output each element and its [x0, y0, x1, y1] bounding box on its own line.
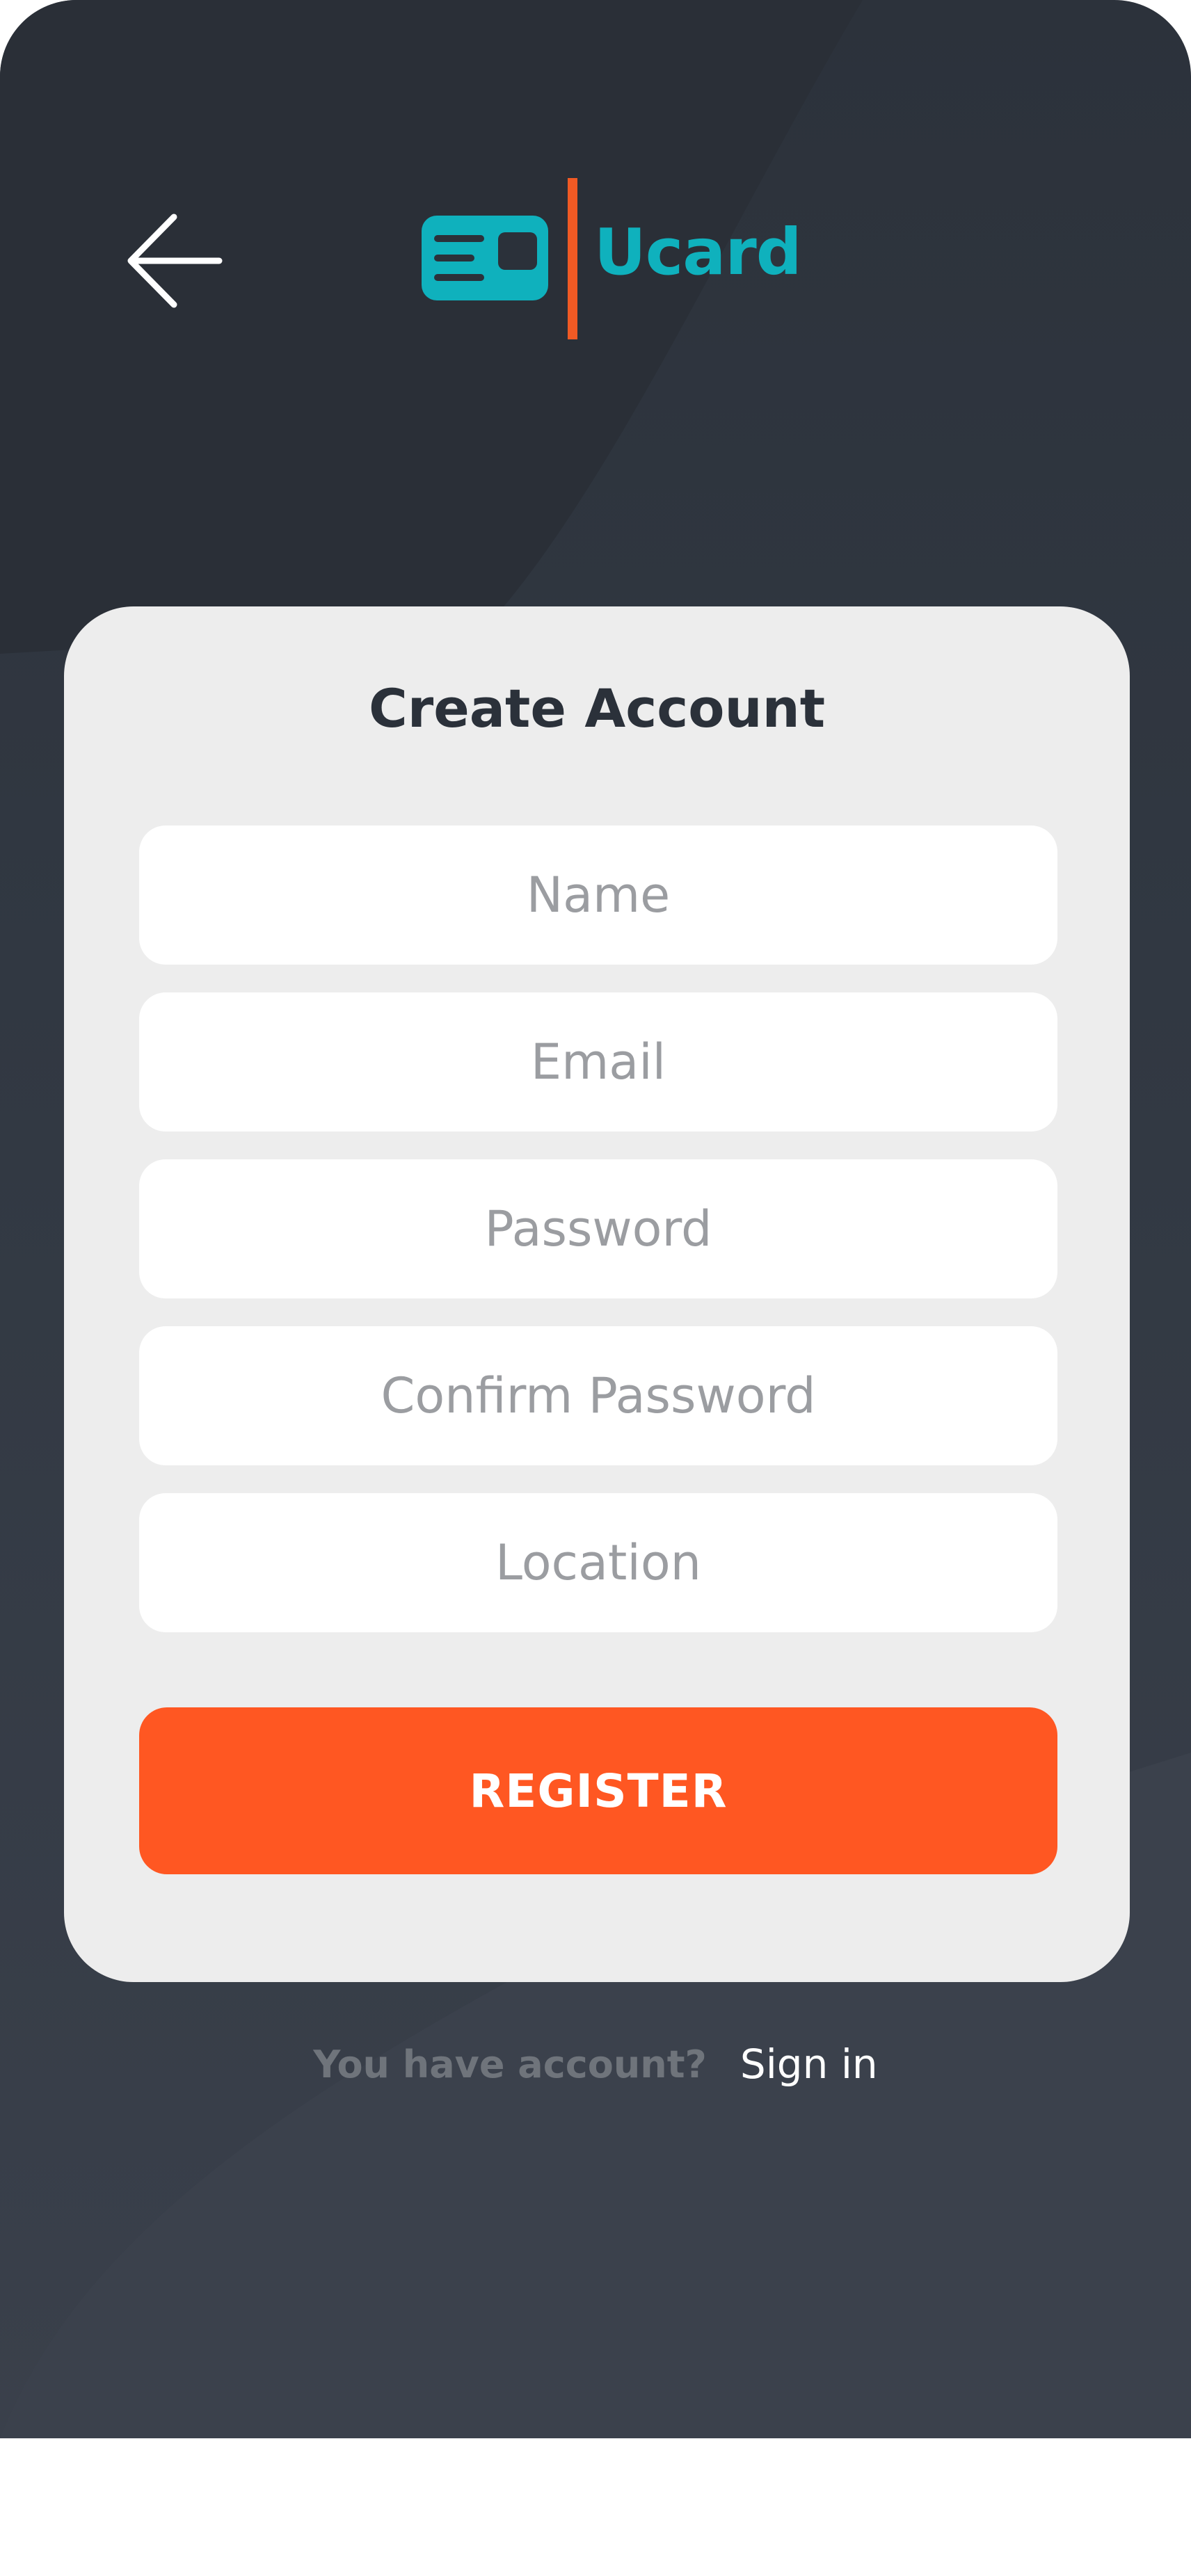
signin-link[interactable]: Sign in: [740, 2040, 878, 2088]
register-button[interactable]: REGISTER: [139, 1707, 1057, 1874]
name-input[interactable]: [139, 826, 1057, 965]
app-logo: Ucard: [422, 175, 802, 342]
brand-name: Ucard: [594, 215, 802, 289]
back-button[interactable]: [125, 209, 223, 313]
logo-divider: [568, 178, 577, 339]
confirm-password-field: [139, 1326, 1057, 1465]
page-title: Create Account: [368, 677, 826, 739]
signin-row: You have account? Sign in: [0, 2029, 1191, 2099]
location-field: [139, 1493, 1057, 1632]
id-card-icon: [422, 216, 548, 300]
signin-prompt: You have account?: [313, 2042, 707, 2086]
register-card: Create Account REGISTER: [64, 606, 1130, 1982]
name-field: [139, 826, 1057, 965]
email-input[interactable]: [139, 992, 1057, 1132]
arrow-left-icon: [127, 214, 223, 308]
email-field: [139, 992, 1057, 1132]
confirm-password-input[interactable]: [139, 1326, 1057, 1465]
password-field: [139, 1159, 1057, 1298]
password-input[interactable]: [139, 1159, 1057, 1298]
location-input[interactable]: [139, 1493, 1057, 1632]
register-screen: Ucard Create Account REGISTER You have a…: [0, 0, 1191, 2438]
